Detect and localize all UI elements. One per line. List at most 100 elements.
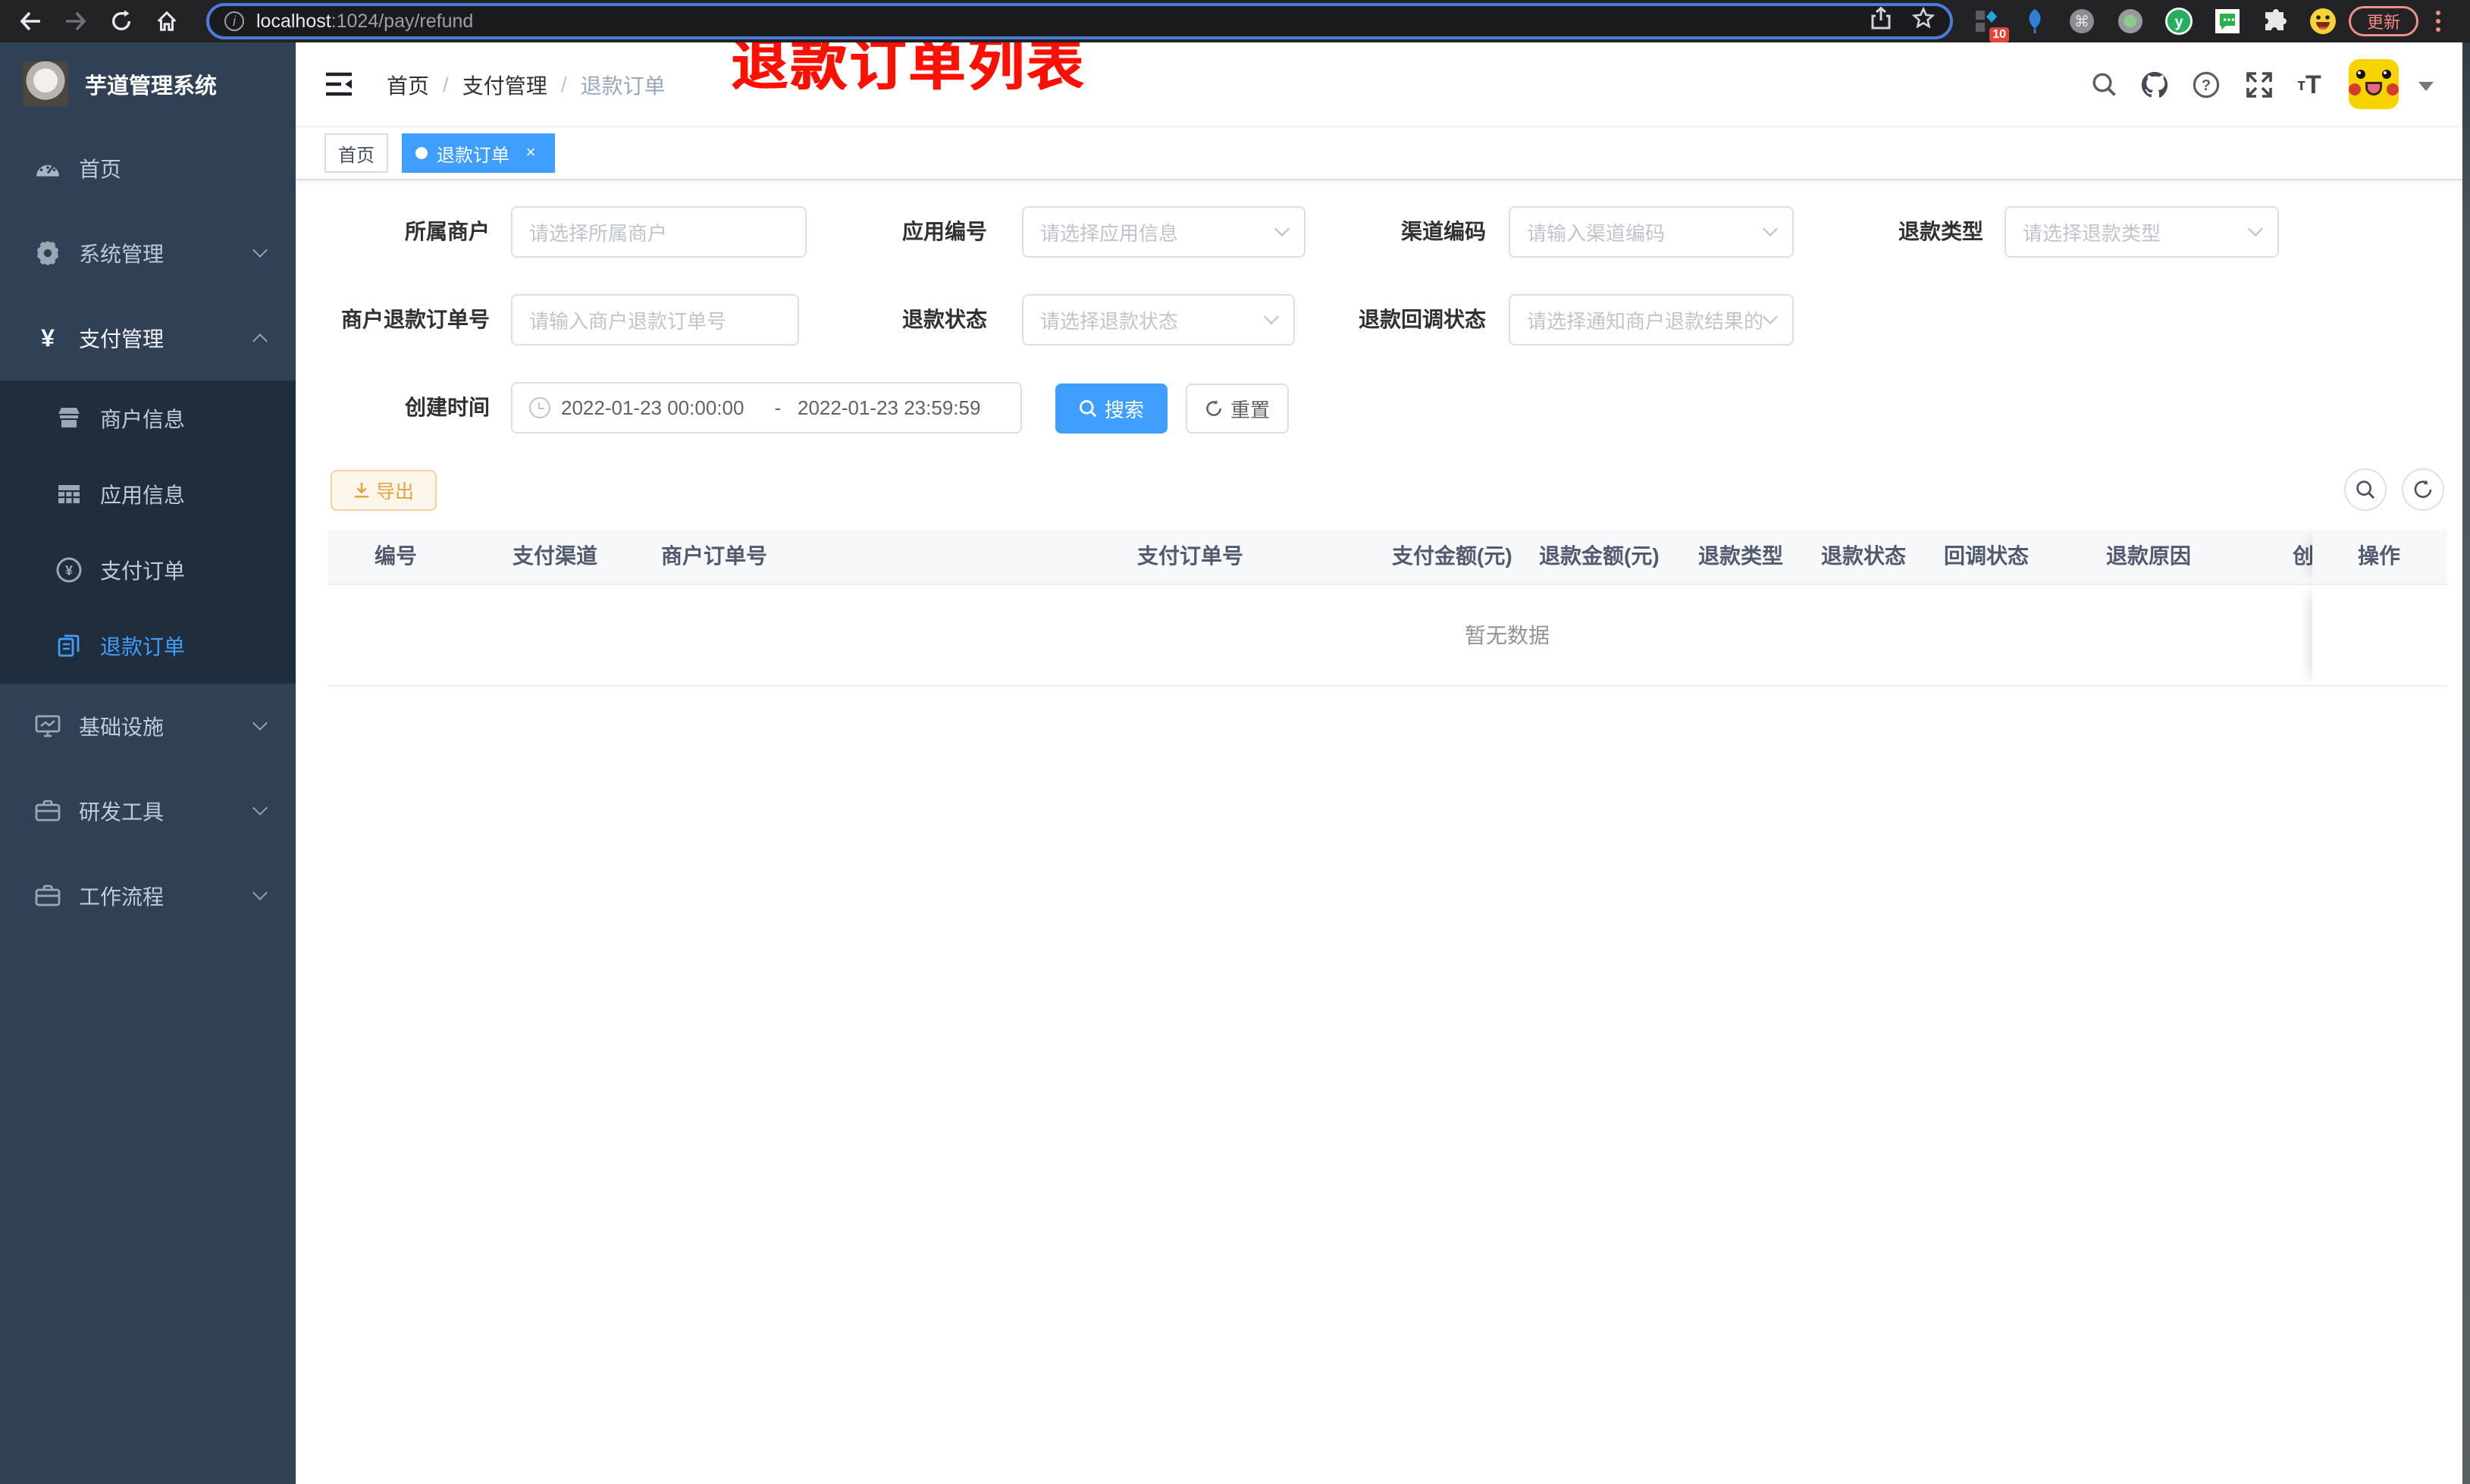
col-header: 退款状态 (1821, 544, 1907, 568)
sidebar-item-label: 商户信息 (100, 408, 186, 431)
refund-type-select[interactable]: 请选择退款类型 (2005, 206, 2279, 258)
sidebar-submenu-pay: 商户信息 应用信息 ¥ 支付订单 退款订单 (0, 380, 296, 684)
tag-label: 退款订单 (437, 145, 509, 166)
breadcrumb-pay[interactable]: 支付管理 (462, 70, 547, 100)
chevron-down-icon (252, 885, 268, 900)
tag-refund-order[interactable]: 退款订单 × (402, 133, 555, 173)
header-search-icon[interactable] (2083, 64, 2126, 106)
address-bar[interactable]: i localhost:1024/pay/refund (206, 3, 1953, 39)
create-time-range-picker[interactable]: 2022-01-23 00:00:00 - 2022-01-23 23:59:5… (511, 382, 1022, 434)
app-select[interactable]: 请选择应用信息 (1022, 206, 1306, 258)
breadcrumb-home[interactable]: 首页 (387, 70, 429, 100)
avatar-eye (2382, 70, 2391, 79)
browser-home-icon[interactable] (149, 0, 185, 42)
placeholder-text: 请输入渠道编码 (1527, 221, 1666, 245)
logo-avatar (23, 61, 68, 107)
merchant-refund-no-input[interactable]: 请输入商户退款订单号 (511, 294, 799, 346)
user-avatar[interactable] (2349, 59, 2399, 109)
github-icon[interactable] (2133, 64, 2176, 106)
empty-state-text: 暂无数据 (1464, 624, 1550, 647)
extension-command-icon[interactable]: ⌘ (2067, 6, 2097, 36)
sidebar-item-workflow[interactable]: 工作流程 (0, 853, 296, 938)
avatar-cheek (2387, 83, 2399, 95)
tag-home[interactable]: 首页 (324, 133, 388, 173)
sidebar-item-pay[interactable]: ¥ 支付管理 (0, 296, 296, 380)
help-icon[interactable]: ? (2185, 64, 2227, 106)
tag-label: 首页 (338, 145, 375, 166)
export-button-label: 导出 (375, 481, 414, 502)
reset-button[interactable]: 重置 (1186, 384, 1289, 434)
notify-status-select[interactable]: 请选择通知商户退款结果的 (1509, 294, 1794, 346)
reset-button-label: 重置 (1230, 398, 1270, 421)
sidebar-item-system[interactable]: 系统管理 (0, 211, 296, 296)
site-info-icon[interactable]: i (224, 11, 244, 31)
bookmark-star-icon[interactable] (1911, 6, 1936, 36)
extension-record-icon[interactable] (2115, 6, 2146, 36)
sidebar-item-merchant-info[interactable]: 商户信息 (0, 380, 296, 456)
filter-label-merchant-refund-no: 商户退款订单号 (340, 308, 490, 331)
sidebar-item-dev-tools[interactable]: 研发工具 (0, 769, 296, 853)
sidebar-item-refund-order[interactable]: 退款订单 (0, 608, 296, 684)
sidebar-item-app-info[interactable]: 应用信息 (0, 456, 296, 532)
extension-y-icon[interactable]: y (2164, 6, 2194, 36)
extension-grid-icon[interactable]: 10 (1971, 6, 2009, 42)
fullscreen-icon[interactable] (2238, 64, 2280, 106)
export-button[interactable]: 导出 (331, 470, 437, 511)
tag-active-dot (415, 147, 428, 159)
filter-label-app: 应用编号 (901, 220, 987, 243)
toggle-search-button[interactable] (2344, 468, 2387, 511)
col-header: 支付金额(元) (1392, 544, 1512, 568)
extension-emoji-icon[interactable] (2308, 6, 2338, 36)
browser-back-icon[interactable] (12, 0, 49, 42)
browser-update-button[interactable]: 更新 (2349, 6, 2418, 36)
sidebar-logo[interactable]: 芋道管理系统 (0, 42, 296, 126)
browser-menu-icon[interactable] (2432, 8, 2444, 35)
extension-kite-icon[interactable] (2020, 6, 2050, 36)
breadcrumb-separator: / (560, 73, 567, 96)
col-header: 回调状态 (1944, 544, 2030, 568)
toolbox-icon (35, 883, 61, 909)
col-header: 退款类型 (1698, 544, 1784, 568)
font-size-icon[interactable]: тT (2288, 64, 2331, 106)
fixed-action-column: 操作 (2312, 529, 2447, 584)
placeholder-text: 请选择应用信息 (1040, 221, 1179, 245)
tag-close-icon[interactable]: × (520, 142, 541, 164)
sidebar-item-pay-order[interactable]: ¥ 支付订单 (0, 532, 296, 608)
chevron-up-icon (252, 333, 268, 349)
merchant-select-input[interactable]: 请选择所属商户 (511, 206, 807, 258)
col-header: 编号 (375, 544, 418, 568)
top-navbar: 首页 / 支付管理 / 退款订单 ? тT (296, 42, 2470, 127)
gear-icon (35, 240, 61, 266)
sidebar-item-infra[interactable]: 基础设施 (0, 684, 296, 769)
yen-icon: ¥ (41, 324, 55, 352)
search-button[interactable]: 搜索 (1055, 384, 1168, 434)
date-end-value[interactable]: 2022-01-23 23:59:59 (798, 396, 995, 420)
yen-circle-icon: ¥ (56, 557, 82, 583)
browser-toolbar: i localhost:1024/pay/refund 10 ⌘ y 更新 (0, 0, 2470, 42)
avatar-cheek (2349, 83, 2361, 95)
filter-label-create-time: 创建时间 (404, 396, 490, 419)
app-window: i localhost:1024/pay/refund 10 ⌘ y 更新 芋道… (0, 0, 2470, 1484)
date-start-value[interactable]: 2022-01-23 00:00:00 (561, 396, 758, 420)
window-edge-scrollbar[interactable] (2462, 42, 2470, 1484)
avatar-caret-icon[interactable] (2418, 82, 2434, 91)
fixed-action-column (2312, 585, 2447, 685)
sidebar-item-label: 退款订单 (100, 635, 186, 659)
url-text[interactable]: localhost:1024/pay/refund (256, 11, 1871, 33)
share-icon[interactable] (1871, 6, 1891, 36)
browser-forward-icon[interactable] (58, 0, 94, 42)
placeholder-text: 请选择退款类型 (2023, 221, 2161, 245)
filter-label-refund-status: 退款状态 (901, 308, 987, 331)
placeholder-text: 请输入商户退款订单号 (529, 309, 727, 333)
sidebar-collapse-icon[interactable] (323, 68, 355, 100)
channel-select[interactable]: 请输入渠道编码 (1509, 206, 1794, 258)
refresh-table-button[interactable] (2402, 468, 2444, 511)
extensions-puzzle-icon[interactable] (2261, 6, 2291, 36)
browser-reload-icon[interactable] (103, 0, 139, 42)
extension-chat-icon[interactable] (2212, 6, 2243, 36)
refund-status-select[interactable]: 请选择退款状态 (1022, 294, 1295, 346)
chevron-down-icon (252, 715, 268, 731)
filter-label-refund-type: 退款类型 (1898, 220, 1983, 243)
sidebar-item-home[interactable]: 首页 (0, 126, 296, 211)
col-header: 支付订单号 (1137, 544, 1244, 568)
